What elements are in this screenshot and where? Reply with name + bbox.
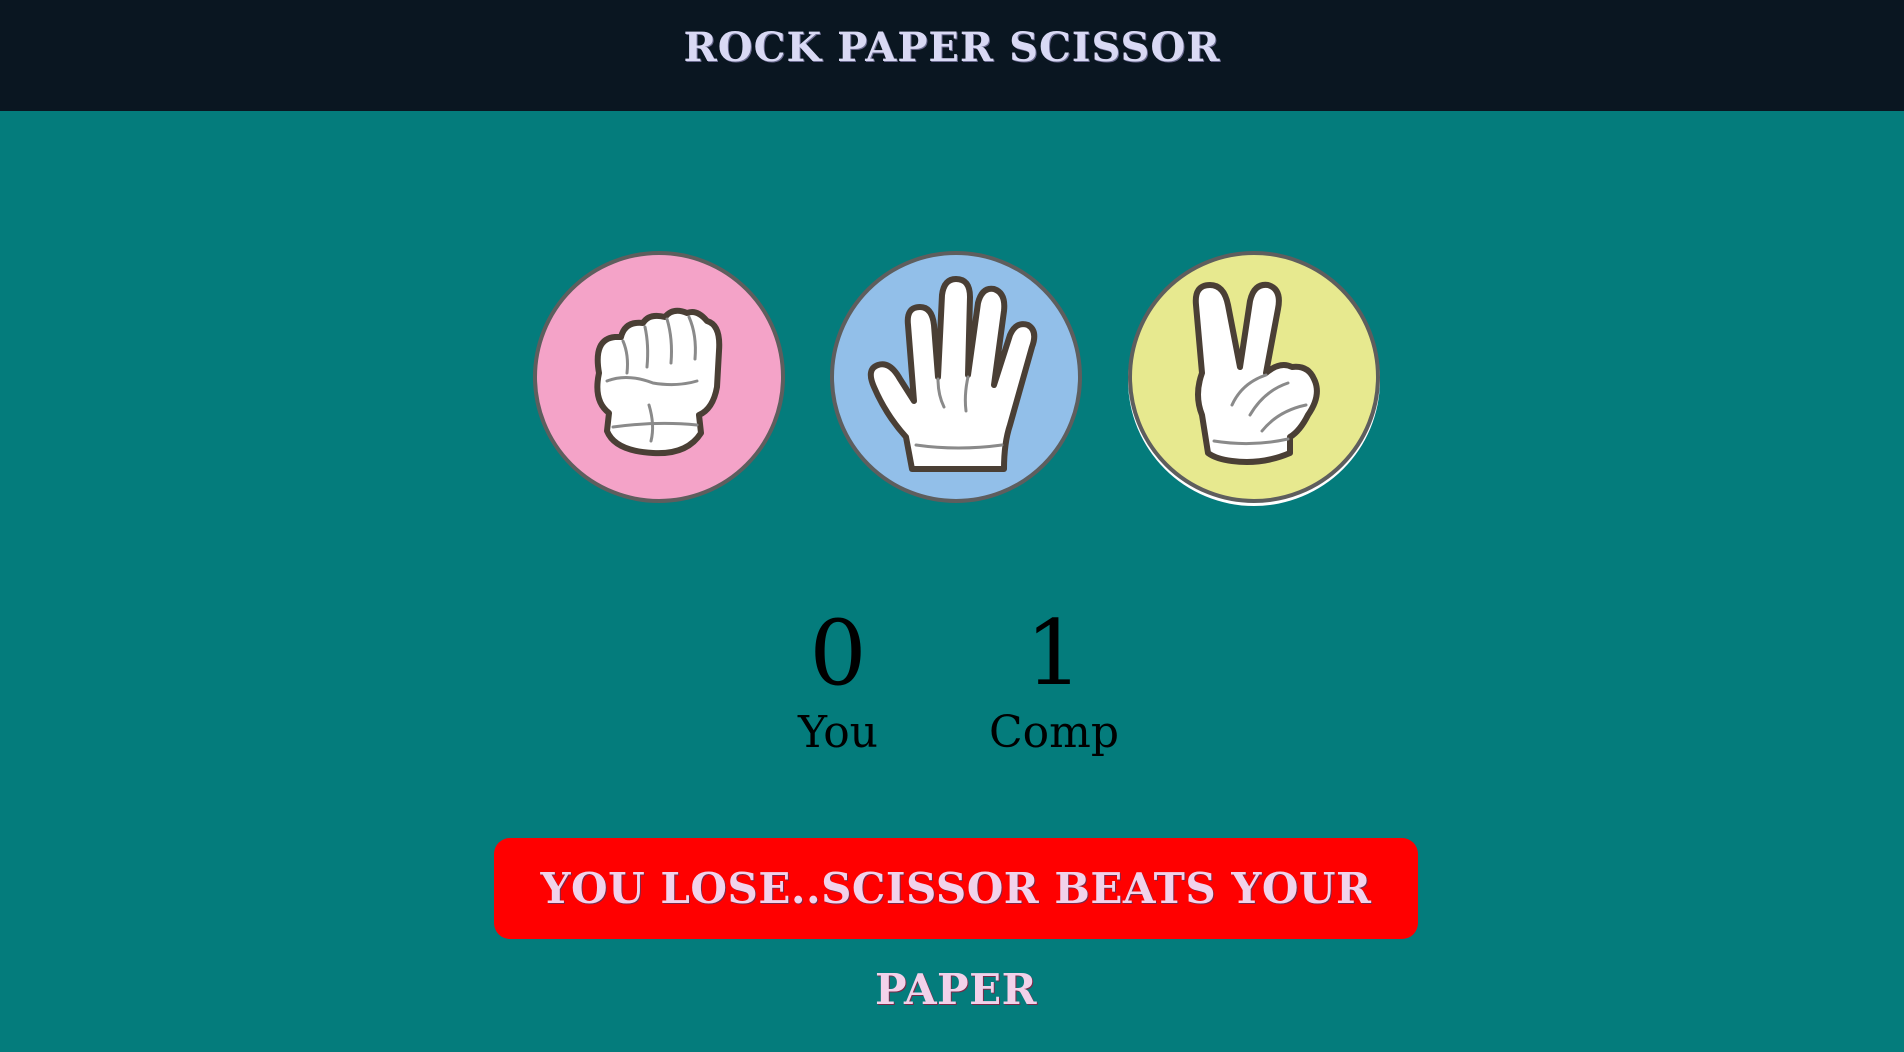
comp-score: 1 Comp: [974, 604, 1134, 758]
rock-choice-button[interactable]: [533, 251, 785, 503]
page-title: ROCK PAPER SCISSOR: [683, 24, 1221, 71]
peace-sign-icon: [1192, 281, 1320, 465]
scissor-choice-button[interactable]: [1128, 251, 1380, 503]
user-score-label: You: [797, 707, 879, 758]
fist-icon: [594, 307, 723, 457]
paper-choice-button[interactable]: [830, 251, 1082, 503]
user-score: 0 You: [758, 604, 918, 758]
result-message: YOU LOSE..SCISSOR BEATS YOUR PAPER: [494, 838, 1418, 1014]
open-hand-icon: [867, 276, 1038, 472]
comp-score-value: 1: [1025, 601, 1083, 706]
header-bar: ROCK PAPER SCISSOR: [0, 0, 1904, 111]
user-score-value: 0: [809, 601, 867, 706]
comp-score-label: Comp: [988, 707, 1120, 758]
